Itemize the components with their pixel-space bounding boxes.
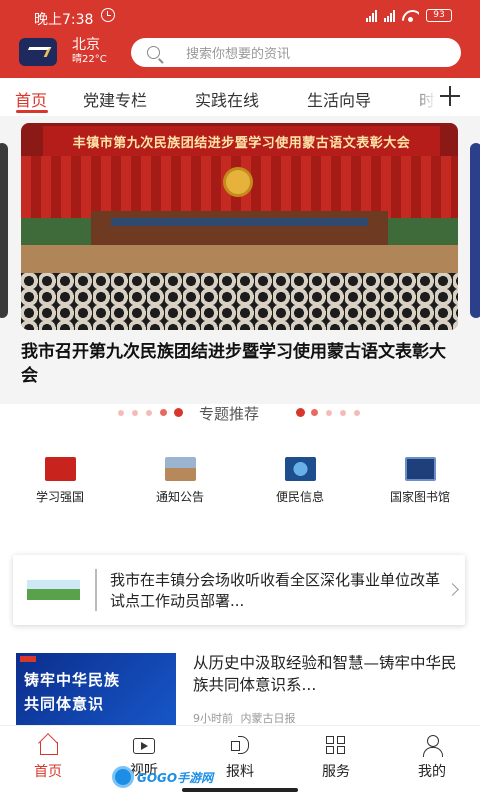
news-thumbnail[interactable]: 铸牢中华民族 共同体意识 xyxy=(16,653,176,725)
hero-image[interactable]: 丰镇市第九次民族团结进步暨学习使用蒙古语文表彰大会 xyxy=(21,123,458,330)
battery-icon: 93 xyxy=(426,9,452,22)
decor-dot xyxy=(146,410,152,416)
decor-dot xyxy=(118,410,124,416)
tab-practice-online[interactable]: 实践在线 xyxy=(195,87,259,111)
decor-dot xyxy=(326,410,332,416)
city-label: 北京 xyxy=(72,37,100,53)
entry-notice[interactable]: 通知公告 xyxy=(135,457,225,505)
tab-active-indicator xyxy=(16,110,48,113)
nav-label: 我的 xyxy=(418,764,446,780)
decor-dot xyxy=(296,408,305,417)
entry-label: 通知公告 xyxy=(155,490,204,504)
entry-label: 便民信息 xyxy=(275,490,324,504)
news-thumb-line2: 共同体意识 xyxy=(24,695,105,713)
news-thumb-badge xyxy=(20,656,36,662)
search-placeholder: 搜索你想要的资讯 xyxy=(186,47,291,62)
watermark-text: GOGO手游网 xyxy=(137,770,214,785)
carousel-prev-peek[interactable] xyxy=(0,143,8,318)
status-time: 晚上7:38 xyxy=(34,12,94,28)
decor-dot xyxy=(174,408,183,417)
news-source: 内蒙古日报 xyxy=(240,712,296,725)
entry-xuexi[interactable]: 学习强国 xyxy=(15,457,105,505)
chevron-right-icon xyxy=(446,583,459,596)
notice-thumbnail xyxy=(27,580,80,600)
hero-title[interactable]: 我市召开第九次民族团结进步暨学习使用蒙古语文表彰大会 xyxy=(21,340,461,388)
weather-label: 晴22°C xyxy=(72,54,107,65)
weather-widget[interactable]: 北京 晴22°C xyxy=(72,37,107,67)
notice-building-icon xyxy=(164,457,196,481)
decor-dot xyxy=(354,410,360,416)
alarm-icon xyxy=(101,8,115,22)
wifi-icon xyxy=(402,10,419,22)
signal-icon-2 xyxy=(384,9,395,22)
nav-home[interactable]: 首页 xyxy=(13,735,83,781)
hero-banner-text: 丰镇市第九次民族团结进步暨学习使用蒙古语文表彰大会 xyxy=(43,126,440,156)
entry-convenience[interactable]: 便民信息 xyxy=(255,457,345,505)
entry-label: 学习强国 xyxy=(35,490,84,504)
tab-party-building[interactable]: 党建专栏 xyxy=(83,87,147,111)
national-emblem-icon xyxy=(223,167,253,197)
report-icon xyxy=(229,735,251,755)
notice-text: 我市在丰镇分会场收听收看全区深化事业单位改革试点工作动员部署... xyxy=(110,571,441,610)
news-thumb-line1: 铸牢中华民族 xyxy=(24,671,121,689)
decor-dot xyxy=(311,409,318,416)
profile-icon xyxy=(421,735,443,757)
globe-info-icon xyxy=(284,457,316,481)
home-icon xyxy=(37,735,59,755)
decor-dot xyxy=(340,410,346,416)
hero-scene xyxy=(111,218,368,226)
add-channel-icon[interactable] xyxy=(440,86,460,106)
channel-tabs: 首页 党建专栏 实践在线 生活向导 时 xyxy=(0,78,480,116)
hero-scene xyxy=(21,245,458,275)
status-bar: 晚上7:38 93 xyxy=(0,0,480,34)
section-header: 专题推荐 xyxy=(0,400,480,426)
nav-profile[interactable]: 我的 xyxy=(397,735,467,781)
app-logo[interactable] xyxy=(19,38,57,66)
nav-service[interactable]: 服务 xyxy=(301,735,371,781)
search-icon xyxy=(147,46,160,59)
search-input[interactable]: 搜索你想要的资讯 xyxy=(131,38,461,67)
news-title[interactable]: 从历史中汲取经验和智慧—铸牢中华民族共同体意识系... xyxy=(193,652,465,696)
notice-card[interactable]: 我市在丰镇分会场收听收看全区深化事业单位改革试点工作动员部署... xyxy=(13,555,465,625)
signal-icon xyxy=(366,9,377,22)
nav-report[interactable]: 报料 xyxy=(205,735,275,781)
section-title: 专题推荐 xyxy=(199,405,260,423)
hero-scene xyxy=(91,211,388,245)
service-grid-icon xyxy=(325,735,347,755)
divider xyxy=(95,569,97,611)
watermark-logo: GOGO手游网 xyxy=(112,765,213,789)
tab-life-guide[interactable]: 生活向导 xyxy=(307,87,371,111)
watermark-icon xyxy=(112,766,134,788)
nav-label: 首页 xyxy=(34,764,62,780)
entry-library[interactable]: 国家图书馆 xyxy=(375,457,465,505)
news-time: 9小时前 xyxy=(193,712,233,725)
carousel-next-peek[interactable] xyxy=(470,143,480,318)
nav-label: 报料 xyxy=(226,764,254,780)
video-icon xyxy=(133,738,155,754)
tabs-fade xyxy=(408,78,436,116)
nav-label: 服务 xyxy=(322,764,350,780)
entry-label: 国家图书馆 xyxy=(389,490,450,504)
home-indicator[interactable] xyxy=(182,788,298,792)
decor-dot xyxy=(132,410,138,416)
xuexi-qiangguo-icon xyxy=(44,457,76,481)
hero-scene xyxy=(21,273,458,330)
national-library-icon xyxy=(404,457,436,481)
decor-dot xyxy=(160,409,167,416)
news-meta: 9小时前 内蒙古日报 xyxy=(193,710,296,726)
tab-home[interactable]: 首页 xyxy=(15,87,47,111)
